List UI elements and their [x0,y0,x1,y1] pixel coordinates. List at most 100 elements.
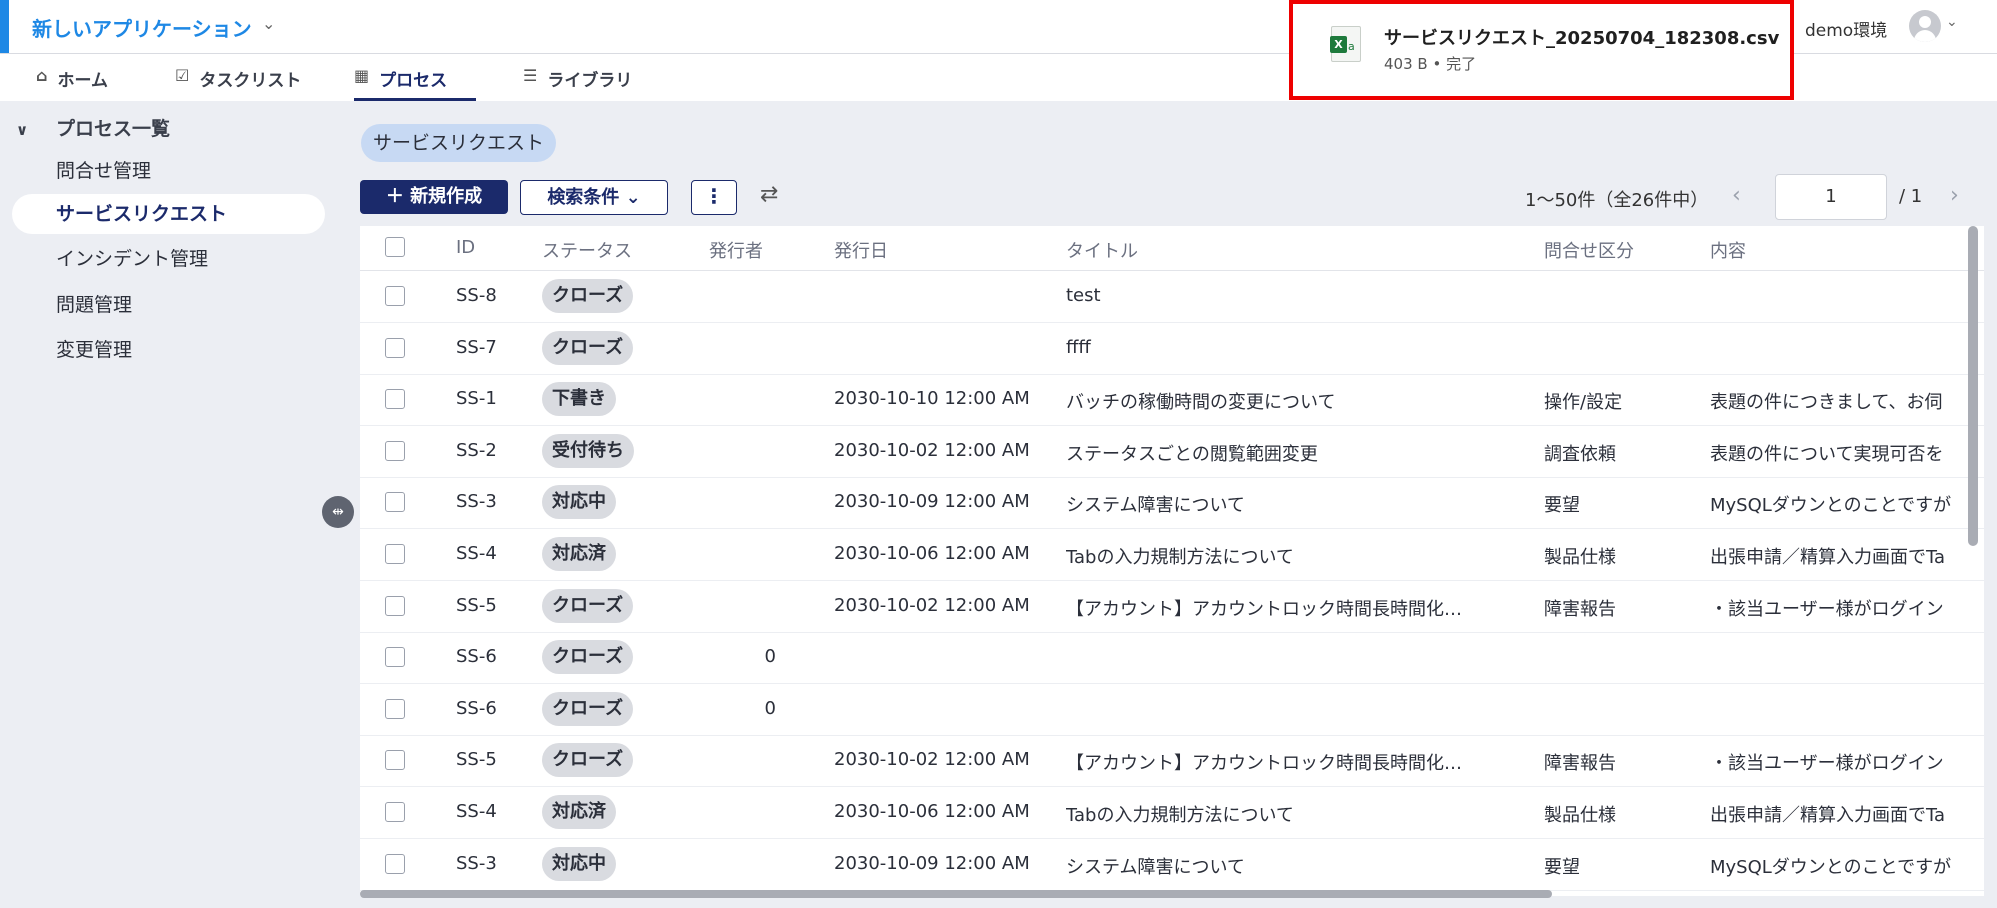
table-row[interactable]: SS-7 ffff クローズ [360,323,1984,375]
table-row[interactable]: SS-4 2030-10-06 12:00 AM Tabの入力規制方法について 製品仕… [360,529,1984,581]
table-row[interactable]: SS-6 0 クローズ [360,632,1984,685]
cell-issuer: 0 [764,697,776,719]
more-options-button[interactable]: ⋮ [691,180,737,215]
row-checkbox[interactable] [385,544,405,564]
status-badge: クローズ [542,743,634,778]
row-checkbox[interactable] [385,440,405,461]
row-checkbox[interactable] [385,647,405,668]
row-checkbox[interactable] [385,492,405,513]
cell-id: SS-2 [456,439,497,461]
table-row[interactable]: SS-5 2030-10-02 12:00 AM 【アカウント】アカウントロック時間… [360,581,1984,633]
status-badge: クローズ [542,640,634,675]
cell-id: SS-6 [456,697,497,719]
horizontal-scrollbar[interactable] [360,890,1552,898]
row-checkbox[interactable] [385,389,405,410]
sidebar-item-label: サービスリクエスト [56,203,228,225]
chevron-left-icon[interactable]: ‹ [1732,183,1741,208]
tab-label: プロセス [379,71,448,91]
row-checkbox[interactable] [385,750,405,771]
download-filename[interactable]: サービスリクエスト_20250704_182308.csv [1384,24,1779,50]
row-checkbox[interactable] [385,286,405,306]
table-row[interactable]: SS-8 test クローズ [360,271,1984,323]
cell-category: 調査依頼 [1544,443,1616,465]
row-checkbox[interactable] [385,853,405,874]
cell-category: 障害報告 [1544,598,1616,620]
table-header: ID ステータス 発行者 発行日 タイトル 問合せ区分 内容 [360,226,1984,271]
sidebar-item-problem[interactable]: 問題管理 [12,285,325,325]
sidebar-header[interactable]: ∨ プロセス一覧 [16,114,170,141]
cell-title[interactable]: 【アカウント】アカウントロック時間長時間化… [1066,595,1506,621]
cell-title[interactable]: ステータスごとの閲覧範囲変更 [1066,440,1506,466]
sidebar-item-inquiry[interactable]: 問合せ管理 [12,151,325,191]
table-row[interactable]: SS-4 2030-10-06 12:00 AM Tabの入力規制方法について 製品仕… [360,787,1984,839]
table-row[interactable]: SS-5 2030-10-02 12:00 AM 【アカウント】アカウントロック時間… [360,735,1984,788]
tab-library[interactable]: ☰ ライブラリ [523,66,632,98]
row-checkbox[interactable] [385,698,405,719]
tab-label: ホーム [57,71,108,91]
status-badge: クローズ [542,588,634,623]
download-notification[interactable]: Xa サービスリクエスト_20250704_182308.csv 403 B •… [1289,0,1794,100]
sidebar-item-service-request[interactable]: サービスリクエスト [12,194,325,234]
status-badge: 下書き [542,382,616,417]
cell-category: 製品仕様 [1544,805,1616,826]
cell-title[interactable]: システム障害について [1066,853,1506,879]
pagination-total: / 1 [1899,186,1923,207]
tab-process[interactable]: ▦ プロセス [354,66,476,101]
table-row[interactable]: SS-6 0 クローズ [360,684,1984,736]
cell-title[interactable]: バッチの稼働時間の変更について [1066,388,1506,414]
cell-title[interactable]: Tabの入力規制方法について [1066,543,1506,569]
column-header-status[interactable]: ステータス [542,237,632,263]
app-title[interactable]: 新しいアプリケーション [32,13,252,42]
column-header-id[interactable]: ID [456,237,475,258]
cell-title[interactable]: 【アカウント】アカウントロック時間長時間化… [1066,749,1506,775]
table-row[interactable]: SS-1 2030-10-10 12:00 AM バッチの稼働時間の変更について 操作… [360,374,1984,427]
sidebar-item-change[interactable]: 変更管理 [12,330,325,370]
column-header-category[interactable]: 問合せ区分 [1544,237,1634,263]
search-conditions-button[interactable]: 検索条件 ⌄ [520,180,668,215]
collapse-sidebar-icon[interactable]: ⇹ [322,496,354,528]
chevron-down-icon[interactable]: ⌄ [1946,14,1958,30]
column-header-content[interactable]: 内容 [1710,237,1746,263]
page-number-input[interactable]: 1 [1775,174,1887,220]
cell-id: SS-6 [456,646,497,668]
column-header-issuer[interactable]: 発行者 [709,237,763,263]
chevron-down-icon: ⌄ [625,187,641,208]
cell-title[interactable]: システム障害について [1066,491,1506,517]
chevron-down-icon: ∨ [16,121,29,139]
cell-title[interactable]: Tabの入力規制方法について [1066,801,1506,827]
sidebar-item-label: インシデント管理 [56,248,209,270]
row-checkbox[interactable] [385,337,405,358]
cell-date: 2030-10-02 12:00 AM [834,749,1030,771]
cell-content: ・該当ユーザー様がログイン [1710,753,1944,775]
row-checkbox[interactable] [385,595,405,616]
sidebar-item-incident[interactable]: インシデント管理 [12,239,325,279]
table-row[interactable]: SS-3 2030-10-09 12:00 AM システム障害について 要望 MySQL… [360,477,1984,530]
avatar[interactable] [1909,10,1941,42]
status-badge: 対応済 [542,795,616,829]
swap-icon[interactable]: ⇄ [760,182,778,207]
cell-date: 2030-10-09 12:00 AM [834,491,1030,513]
tab-home[interactable]: ⌂ ホーム [36,66,108,98]
cell-title[interactable]: test [1066,285,1506,306]
column-header-title[interactable]: タイトル [1066,237,1138,263]
row-checkbox[interactable] [385,802,405,822]
chevron-right-icon[interactable]: › [1950,183,1959,208]
environment-label: demo環境 [1805,21,1888,41]
cell-title[interactable]: ffff [1066,337,1506,358]
table-row[interactable]: SS-3 2030-10-09 12:00 AM システム障害について 要望 MySQL… [360,839,1984,891]
cell-category: 製品仕様 [1544,547,1616,568]
cell-date: 2030-10-06 12:00 AM [834,801,1030,822]
cell-content: ・該当ユーザー様がログイン [1710,598,1944,620]
cell-id: SS-7 [456,336,497,358]
cell-date: 2030-10-09 12:00 AM [834,852,1030,874]
select-all-checkbox[interactable] [385,237,405,257]
chevron-down-icon[interactable]: ⌄ [262,14,275,33]
tab-tasklist[interactable]: ☑ タスクリスト [175,66,301,98]
cell-category: 障害報告 [1544,753,1616,775]
column-header-date[interactable]: 発行日 [834,237,888,263]
vertical-scrollbar[interactable] [1968,226,1978,546]
main-content: サービスリクエスト ＋ 新規作成 検索条件 ⌄ ⋮ ⇄ 1〜50件（全26件中）… [337,101,1997,908]
table-row[interactable]: SS-2 2030-10-02 12:00 AM ステータスごとの閲覧範囲変更 調査依… [360,426,1984,478]
new-button[interactable]: ＋ 新規作成 [360,180,508,214]
cell-id: SS-8 [456,285,497,306]
